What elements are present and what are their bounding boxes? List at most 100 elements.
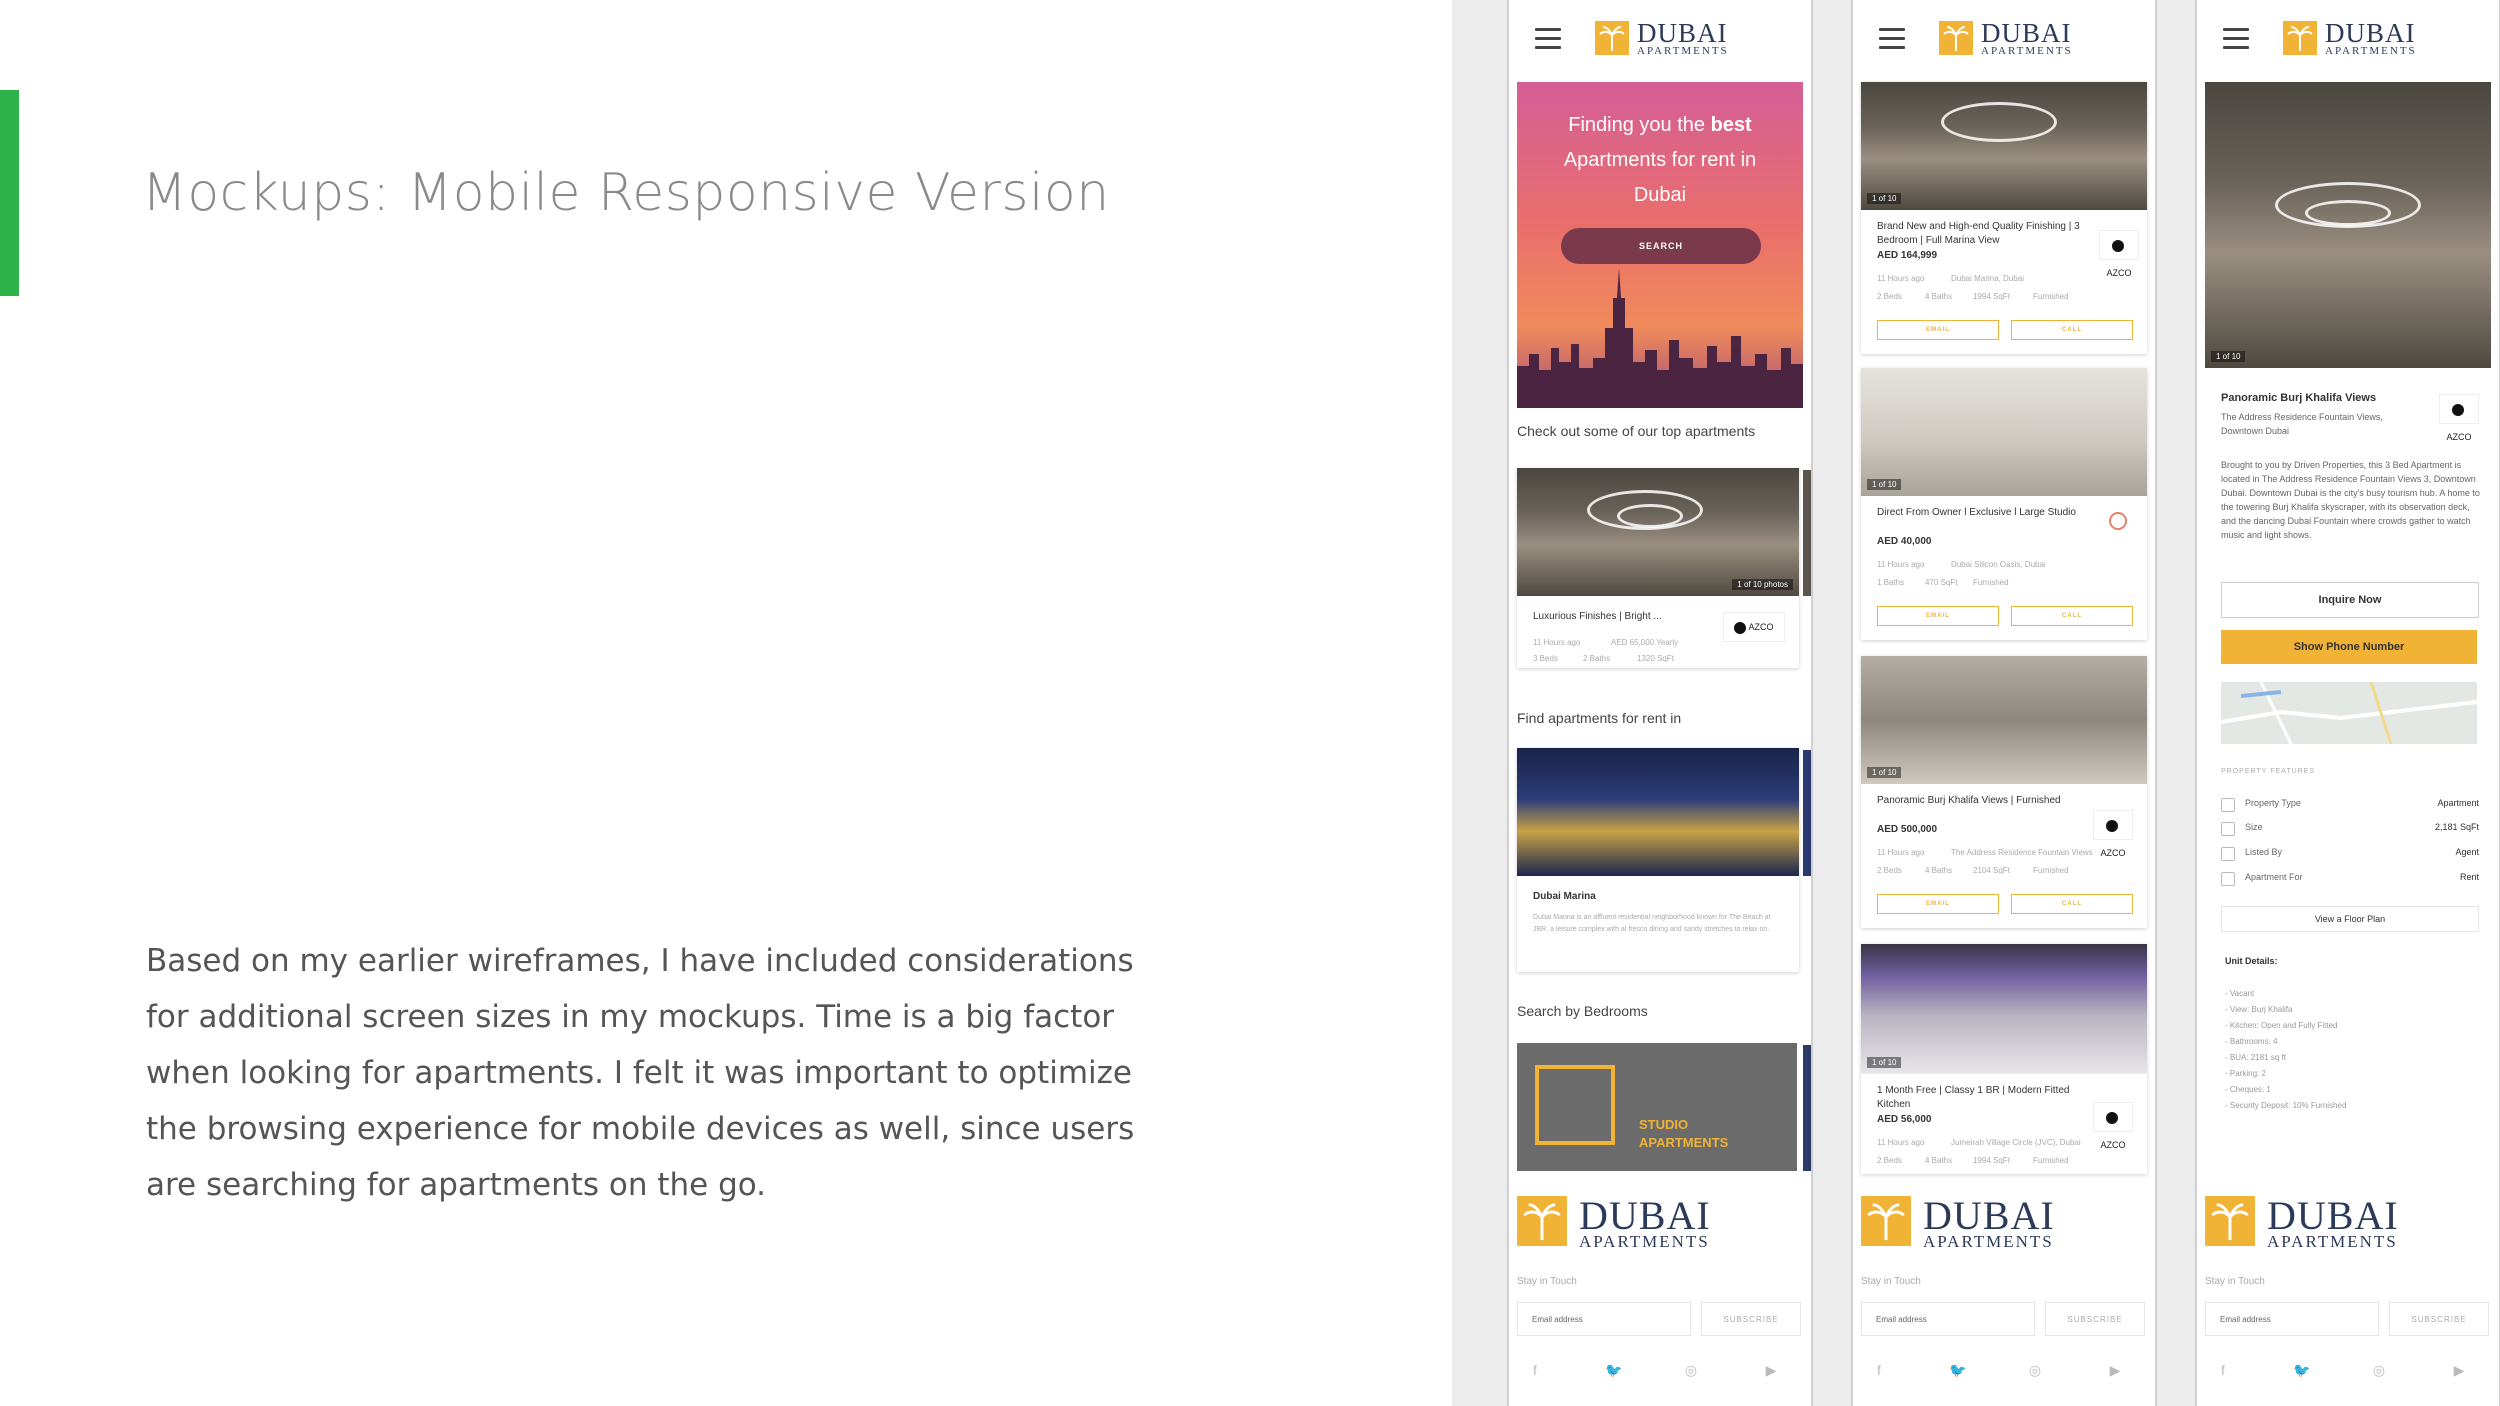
detail-description: Brought to you by Driven Properties, thi… [2221, 460, 2480, 540]
listing-baths: 1 Baths [1877, 578, 1905, 587]
stay-in-touch-label: Stay in Touch [1517, 1276, 1577, 1287]
feature-row: Size 2,181 SqFt [2221, 820, 2479, 840]
next-area-peek [1803, 750, 1811, 876]
location-map[interactable] [2221, 682, 2477, 744]
email-button[interactable]: EMAIL [1877, 606, 1999, 626]
instagram-icon[interactable]: ◎ [2027, 1362, 2043, 1378]
dubai-skyline-image [1517, 268, 1803, 408]
palm-logo-icon [2283, 21, 2317, 55]
instagram-icon[interactable]: ◎ [2371, 1362, 2387, 1378]
agency-logo: AZCO [2439, 394, 2479, 442]
listing-price: AED 40,000 [1877, 536, 1932, 547]
detail-title: Panoramic Burj Khalifa Views [2221, 392, 2377, 404]
agency-logo: AZCO [1723, 612, 1785, 642]
listing-furnished: Furnished [1973, 578, 2009, 587]
listing-price: AED 500,000 [1877, 824, 1938, 835]
email-button[interactable]: EMAIL [1877, 320, 1999, 340]
hamburger-menu-icon[interactable] [2223, 28, 2249, 50]
hero-text-bold: best [1710, 114, 1752, 136]
accent-bar [0, 90, 19, 296]
hero-text: Finding you the best Apartments for rent… [1517, 108, 1803, 213]
listing-size: 2104 SqFt [1973, 866, 2010, 875]
subscribe-button[interactable]: SUBSCRIBE [1701, 1302, 1801, 1336]
listing-time: 11 Hours ago [1877, 1138, 1925, 1147]
header: DUBAI APARTMENTS [1853, 0, 2155, 80]
listing-card[interactable]: 1 of 10 Panoramic Burj Khalifa Views | F… [1861, 656, 2147, 928]
card-baths: 2 Baths [1583, 654, 1611, 663]
call-button[interactable]: CALL [2011, 894, 2133, 914]
find-apartments-label: Find apartments for rent in [1517, 710, 1682, 726]
listing-location: Dubai Silicon Oasis, Dubai [1951, 560, 2046, 569]
ruler-icon [2221, 822, 2235, 836]
call-button[interactable]: CALL [2011, 320, 2133, 340]
hero-banner: Finding you the best Apartments for rent… [1517, 82, 1803, 408]
area-description: Dubai Marina is an affluent residential … [1533, 914, 1771, 933]
detail-photo[interactable]: 1 of 10 [2205, 82, 2491, 368]
view-floor-plan-button[interactable]: View a Floor Plan [2221, 906, 2479, 932]
photo-counter: 1 of 10 photos [1732, 579, 1793, 590]
listing-time: 11 Hours ago [1877, 848, 1925, 857]
listing-card[interactable]: 1 of 10 1 Month Free | Classy 1 BR | Mod… [1861, 944, 2147, 1174]
email-input[interactable]: Email address [2205, 1302, 2379, 1336]
listing-furnished: Furnished [2033, 1156, 2069, 1165]
header: DUBAI APARTMENTS [2197, 0, 2499, 80]
email-button[interactable]: EMAIL [1877, 894, 1999, 914]
unit-details-heading: Unit Details: [2225, 956, 2278, 966]
slide-title: Mockups: Mobile Responsive Version [142, 163, 1110, 223]
twitter-icon[interactable]: 🐦 [1949, 1362, 1966, 1378]
hamburger-menu-icon[interactable] [1879, 28, 1905, 50]
instagram-icon[interactable]: ◎ [1683, 1362, 1699, 1378]
twitter-icon[interactable]: 🐦 [1605, 1362, 1622, 1378]
photo-counter: 1 of 10 [1867, 479, 1902, 490]
youtube-icon[interactable]: ▶ [2451, 1362, 2467, 1378]
twitter-icon[interactable]: 🐦 [2293, 1362, 2310, 1378]
card-time: 11 Hours ago [1533, 638, 1581, 647]
hamburger-menu-icon[interactable] [1535, 28, 1561, 50]
top-apartment-card[interactable]: 1 of 10 photos Luxurious Finishes | Brig… [1517, 468, 1799, 668]
listing-card[interactable]: 1 of 10 Brand New and High-end Quality F… [1861, 82, 2147, 354]
hero-text-pre: Finding you the [1568, 114, 1711, 136]
brand-sub: APARTMENTS [2325, 45, 2417, 57]
listing-size: 1994 SqFt [1973, 1156, 2010, 1165]
email-input[interactable]: Email address [1861, 1302, 2035, 1336]
facebook-icon[interactable]: f [1871, 1362, 1887, 1378]
listing-time: 11 Hours ago [1877, 274, 1925, 283]
map-roads-icon [2221, 682, 2477, 744]
next-card-peek [1803, 470, 1811, 596]
owner-logo-icon [2109, 512, 2127, 530]
apartment-photo: 1 of 10 photos [1517, 468, 1799, 596]
user-icon [2221, 847, 2235, 861]
facebook-icon[interactable]: f [2215, 1362, 2231, 1378]
facebook-icon[interactable]: f [1527, 1362, 1543, 1378]
call-button[interactable]: CALL [2011, 606, 2133, 626]
subscribe-button[interactable]: SUBSCRIBE [2389, 1302, 2489, 1336]
youtube-icon[interactable]: ▶ [1763, 1362, 1779, 1378]
studio-apartments-tile[interactable]: STUDIO APARTMENTS [1517, 1043, 1797, 1171]
listing-photo: 1 of 10 [1861, 944, 2147, 1074]
youtube-icon[interactable]: ▶ [2107, 1362, 2123, 1378]
listing-title: 1 Month Free | Classy 1 BR | Modern Fitt… [1877, 1085, 2070, 1110]
feature-row: Apartment For Rent [2221, 870, 2479, 890]
listing-beds: 2 Beds [1877, 292, 1902, 301]
detail-subtitle: The Address Residence Fountain Views, Do… [2221, 412, 2383, 436]
stay-in-touch-label: Stay in Touch [1861, 1276, 1921, 1287]
brand-sub: APARTMENTS [1637, 45, 1729, 57]
footer-brand-sub: APARTMENTS [1923, 1232, 2054, 1251]
listing-photo: 1 of 10 [1861, 82, 2147, 210]
area-card-dubai-marina[interactable]: Dubai Marina Dubai Marina is an affluent… [1517, 748, 1799, 972]
listing-location: The Address Residence Fountain Views [1951, 848, 2093, 857]
area-name: Dubai Marina [1533, 891, 1596, 902]
listing-photo: 1 of 10 [1861, 368, 2147, 496]
header: DUBAI APARTMENTS [1509, 0, 1811, 80]
photo-counter: 1 of 10 [2211, 351, 2246, 362]
show-phone-button[interactable]: Show Phone Number [2221, 630, 2477, 664]
slide-body-text: Based on my earlier wireframes, I have i… [146, 943, 1135, 1203]
listing-card[interactable]: 1 of 10 Direct From Owner l Exclusive l … [1861, 368, 2147, 640]
agency-logo: AZCO [2099, 230, 2139, 278]
subscribe-button[interactable]: SUBSCRIBE [2045, 1302, 2145, 1336]
listing-furnished: Furnished [2033, 292, 2069, 301]
inquire-now-button[interactable]: Inquire Now [2221, 582, 2479, 618]
listing-photo: 1 of 10 [1861, 656, 2147, 784]
studio-square-icon [1535, 1065, 1615, 1145]
email-input[interactable]: Email address [1517, 1302, 1691, 1336]
